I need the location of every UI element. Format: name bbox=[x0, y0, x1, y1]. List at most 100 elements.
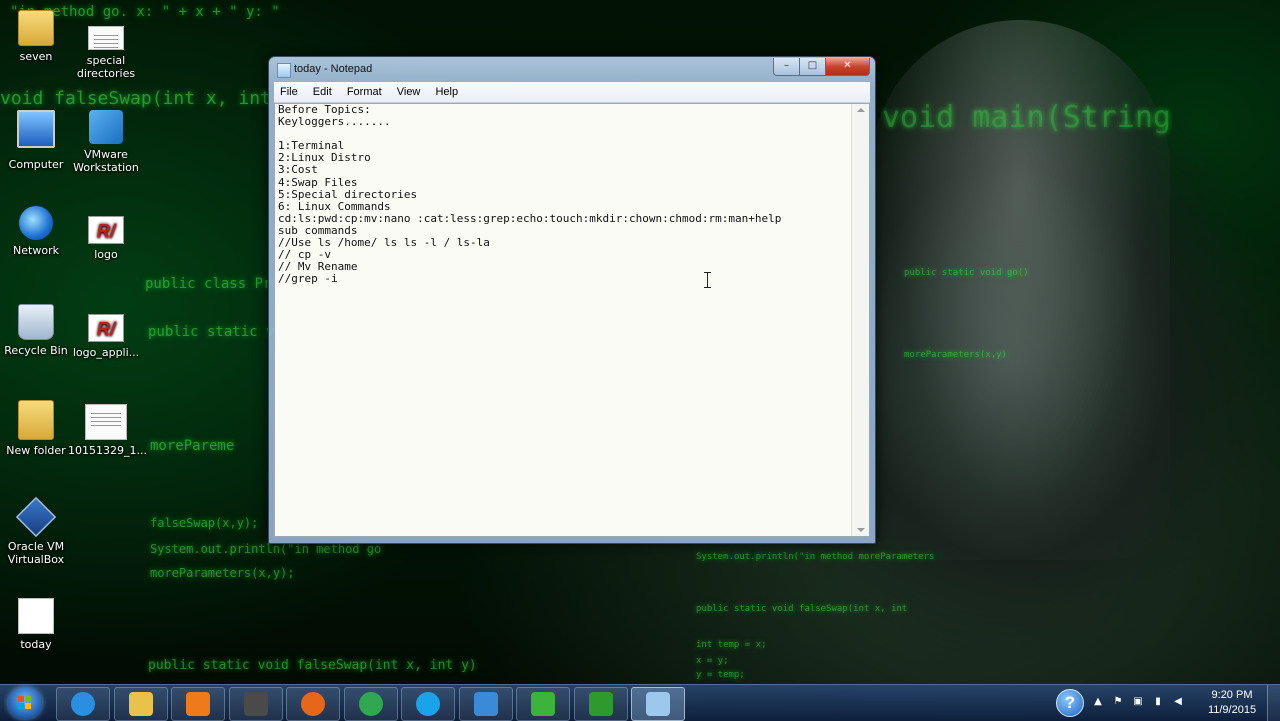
wallpaper-code: falseSwap(x,y); bbox=[150, 516, 259, 530]
start-button[interactable] bbox=[8, 687, 42, 719]
close-button[interactable]: ✕ bbox=[825, 58, 870, 76]
desktop-icon-special-directories[interactable]: special directories bbox=[68, 26, 144, 80]
notepad-icon bbox=[646, 692, 670, 716]
desktop-icon-label: Computer bbox=[8, 158, 64, 171]
wallpaper-code: void falseSwap(int x, int y) bbox=[0, 88, 304, 109]
menu-bar: File Edit Format View Help bbox=[274, 82, 870, 103]
desktop-icon-vmware[interactable]: VMware Workstation bbox=[68, 110, 144, 174]
sublime-text-icon bbox=[244, 692, 268, 716]
minimize-button[interactable]: – bbox=[773, 58, 800, 76]
desktop-icon-label: New folder bbox=[6, 444, 66, 457]
user-folder-icon bbox=[18, 10, 54, 46]
desktop-icon-computer[interactable]: Computer bbox=[0, 110, 74, 171]
firefox-icon bbox=[301, 692, 325, 716]
menu-view[interactable]: View bbox=[391, 82, 427, 102]
image-file-icon bbox=[85, 404, 127, 440]
taskbar-media-player-button[interactable] bbox=[171, 687, 225, 721]
taskbar-chrome-button[interactable] bbox=[344, 687, 398, 721]
wallpaper-code: public static void go() bbox=[904, 268, 1029, 278]
taskbar-internet-explorer-button[interactable] bbox=[56, 687, 110, 721]
taskbar-notepad-button[interactable] bbox=[631, 687, 685, 721]
wallpaper-code: y = temp; bbox=[696, 670, 745, 680]
taskbar: ? ▲ ⚑ ▣ ▮ ◀ 9:20 PM 11/9/2015 bbox=[0, 684, 1280, 721]
wallpaper-code: morePareme bbox=[150, 438, 235, 454]
desktop-icon-label: logo bbox=[94, 248, 118, 261]
wallpaper-code: moreParameters(x,y) bbox=[904, 350, 1007, 360]
desktop-icon-new-folder[interactable]: New folder bbox=[0, 400, 74, 457]
scroll-down-icon[interactable] bbox=[857, 528, 865, 532]
taskbar-firefox-button[interactable] bbox=[286, 687, 340, 721]
media-player-icon bbox=[186, 692, 210, 716]
vertical-scrollbar[interactable] bbox=[851, 104, 869, 536]
camtasia-studio-icon bbox=[589, 692, 613, 716]
desktop-icon-label: seven bbox=[19, 50, 53, 63]
skype-icon bbox=[416, 692, 440, 716]
wallpaper-code: void main(String bbox=[882, 100, 1171, 135]
document-text[interactable]: Before Topics: Keyloggers....... 1:Termi… bbox=[278, 104, 848, 534]
desktop-icon-10151329[interactable]: 10151329_1... bbox=[68, 404, 147, 457]
wallpaper-code: public static void falseSwap(int x, int bbox=[696, 604, 908, 614]
computer-icon bbox=[17, 110, 55, 148]
clock-date: 11/9/2015 bbox=[1207, 704, 1257, 716]
text-cursor-icon bbox=[704, 272, 711, 288]
taskbar-camtasia-recorder-button[interactable] bbox=[516, 687, 570, 721]
menu-help[interactable]: Help bbox=[429, 82, 464, 102]
desktop-icon-label: VMware Workstation bbox=[73, 148, 139, 174]
wallpaper-code: moreParameters(x,y); bbox=[150, 566, 295, 580]
volume-icon[interactable]: ◀ bbox=[1172, 696, 1184, 708]
desktop-icon-virtualbox[interactable]: Oracle VM VirtualBox bbox=[0, 496, 74, 566]
menu-format[interactable]: Format bbox=[341, 82, 388, 102]
desktop-icon-logo-appli[interactable]: logo_appli... bbox=[68, 314, 144, 359]
notepad-icon bbox=[277, 63, 291, 78]
desktop-icon-recycle-bin[interactable]: Recycle Bin bbox=[0, 304, 74, 357]
desktop-icon-label: Oracle VM VirtualBox bbox=[7, 540, 65, 566]
wallpaper-code: int temp = x; bbox=[696, 640, 767, 650]
title-bar[interactable]: today - Notepad – □ ✕ bbox=[269, 57, 875, 81]
network-signal-icon[interactable]: ▮ bbox=[1152, 696, 1164, 708]
taskbar-sublime-text-button[interactable] bbox=[229, 687, 283, 721]
menu-file[interactable]: File bbox=[274, 82, 304, 102]
vmware-icon bbox=[474, 692, 498, 716]
window-title: today - Notepad bbox=[294, 63, 373, 75]
maximize-button[interactable]: □ bbox=[799, 58, 826, 76]
desktop-icon-label: 10151329_1... bbox=[68, 444, 147, 457]
text-file-icon bbox=[88, 26, 124, 50]
vmware-icon bbox=[89, 110, 123, 144]
desktop-icon-label: today bbox=[20, 638, 52, 651]
desktop-icon-label: special directories bbox=[76, 54, 136, 80]
chrome-icon bbox=[359, 692, 383, 716]
folder-icon bbox=[18, 400, 54, 440]
help-icon[interactable]: ? bbox=[1056, 689, 1084, 717]
taskbar-camtasia-studio-button[interactable] bbox=[574, 687, 628, 721]
file-explorer-icon bbox=[129, 692, 153, 716]
show-hidden-icons-icon[interactable]: ▲ bbox=[1092, 696, 1104, 708]
taskbar-skype-button[interactable] bbox=[401, 687, 455, 721]
wallpaper-code: System.out.println("in method go bbox=[150, 542, 382, 556]
taskbar-file-explorer-button[interactable] bbox=[114, 687, 168, 721]
wallpaper-code: x = y; bbox=[696, 656, 729, 666]
taskbar-vmware-button[interactable] bbox=[459, 687, 513, 721]
system-tray: ? ▲ ⚑ ▣ ▮ ◀ 9:20 PM 11/9/2015 bbox=[1052, 685, 1280, 721]
recycle-bin-icon bbox=[18, 304, 54, 340]
desktop-icon-label: logo_appli... bbox=[72, 346, 140, 359]
image-file-icon bbox=[88, 216, 124, 244]
internet-explorer-icon bbox=[71, 692, 95, 716]
text-editor[interactable]: Before Topics: Keyloggers....... 1:Termi… bbox=[274, 103, 870, 537]
virtualbox-icon bbox=[15, 496, 57, 538]
image-file-icon bbox=[88, 314, 124, 342]
windows-logo-icon bbox=[18, 696, 32, 710]
wallpaper-code: public class Prim bbox=[145, 276, 289, 292]
camtasia-recorder-icon bbox=[531, 692, 555, 716]
notepad-window[interactable]: today - Notepad – □ ✕ File Edit Format V… bbox=[268, 56, 876, 544]
desktop-icon-seven[interactable]: seven bbox=[0, 10, 74, 63]
network-icon bbox=[19, 206, 53, 240]
display-icon[interactable]: ▣ bbox=[1132, 696, 1144, 708]
clock[interactable]: 9:20 PM 11/9/2015 bbox=[1202, 688, 1262, 718]
desktop-icon-logo[interactable]: logo bbox=[68, 216, 144, 261]
scroll-up-icon[interactable] bbox=[857, 108, 865, 112]
desktop-icon-network[interactable]: Network bbox=[0, 206, 74, 257]
desktop-icon-today[interactable]: today bbox=[0, 598, 74, 651]
menu-edit[interactable]: Edit bbox=[307, 82, 338, 102]
action-center-icon[interactable]: ⚑ bbox=[1112, 696, 1124, 708]
show-desktop-button[interactable] bbox=[1267, 685, 1280, 721]
